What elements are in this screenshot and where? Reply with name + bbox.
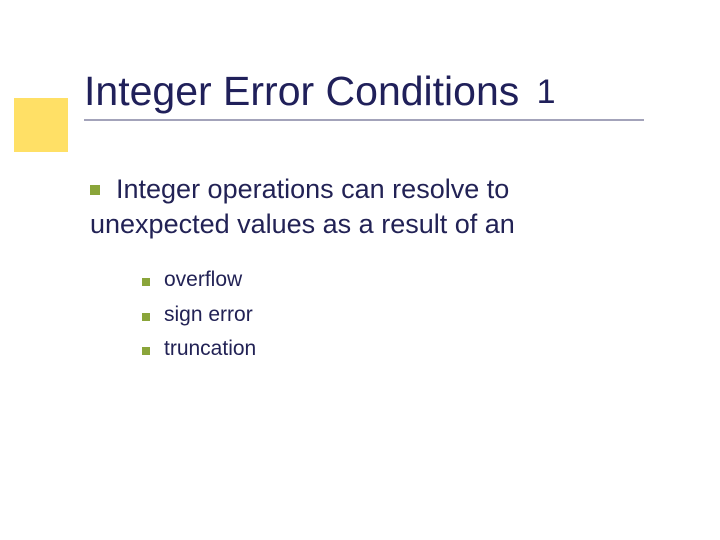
- bullet-icon: [142, 313, 150, 321]
- list-item: truncation: [142, 333, 256, 366]
- slide: Integer Error Conditions 1 Integer opera…: [0, 0, 720, 540]
- sublist: overflow sign error truncation: [142, 264, 256, 368]
- title-block: Integer Error Conditions 1: [84, 68, 644, 121]
- list-item-label: sign error: [164, 299, 253, 332]
- list-item: overflow: [142, 264, 256, 297]
- body-bullet: Integer operations can resolve to unexpe…: [90, 172, 650, 241]
- accent-square: [14, 98, 68, 152]
- list-item-label: truncation: [164, 333, 256, 366]
- bullet-icon: [90, 185, 100, 195]
- title-number: 1: [537, 73, 556, 111]
- title-text: Integer Error Conditions: [84, 68, 519, 114]
- bullet-icon: [142, 347, 150, 355]
- slide-title: Integer Error Conditions 1: [84, 68, 644, 115]
- title-underline: [84, 119, 644, 121]
- body-text: Integer operations can resolve to unexpe…: [90, 174, 515, 239]
- bullet-icon: [142, 278, 150, 286]
- list-item-label: overflow: [164, 264, 242, 297]
- list-item: sign error: [142, 299, 256, 332]
